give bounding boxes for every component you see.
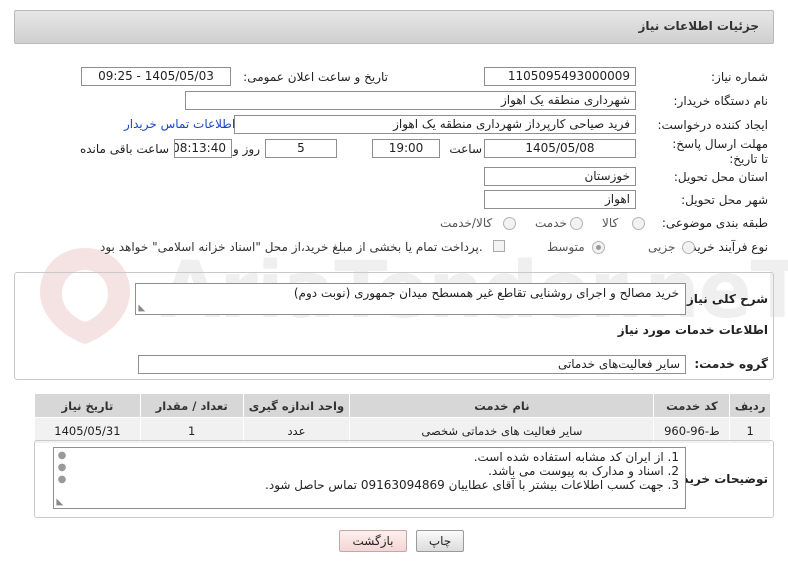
resize-handle-icon: ◢ <box>136 304 147 312</box>
need-number-field: 1105095493000009 <box>484 67 636 86</box>
category-service-radio[interactable] <box>570 217 583 230</box>
deadline-date-field: 1405/05/08 <box>484 139 636 158</box>
table-header-row: ردیف کد خدمت نام خدمت واحد اندازه گیری ت… <box>34 393 771 418</box>
buyer-contact-link[interactable]: اطلاعات تماس خریدار <box>124 117 235 131</box>
purchase-minor-radio[interactable] <box>682 241 695 254</box>
announce-date-field: 1405/05/03 - 09:25 <box>81 67 231 86</box>
province-label: استان محل تحویل: <box>673 170 768 184</box>
service-group-label: گروه خدمت: <box>694 357 768 371</box>
services-section-title: اطلاعات خدمات مورد نیاز <box>617 323 768 337</box>
notes-resize-handle-icon: ◢ <box>54 498 65 506</box>
province-field: خوزستان <box>484 167 636 186</box>
purchase-medium-radio[interactable] <box>592 241 605 254</box>
description-text: خرید مصالح و اجرای روشنایی تقاطع غیر همس… <box>293 286 679 300</box>
col-quantity: تعداد / مقدار <box>139 393 244 418</box>
scrollbar-dots-icon[interactable]: ● ● ● <box>57 450 67 486</box>
page-title: جزئیات اطلاعات نیاز <box>638 19 759 33</box>
col-row: ردیف <box>729 393 771 418</box>
days-field: 5 <box>265 139 337 158</box>
remaining-time-label: ساعت باقی مانده <box>79 142 169 156</box>
back-button[interactable]: بازگشت <box>339 530 407 552</box>
city-field: اهواز <box>484 190 636 209</box>
description-label: شرح کلی نیاز: <box>682 292 768 306</box>
deadline-label: مهلت ارسال پاسخ: تا تاریخ: <box>672 137 768 166</box>
print-button[interactable]: چاپ <box>416 530 464 552</box>
col-unit: واحد اندازه گیری <box>242 393 351 418</box>
notes-line-2: 2. اسناد و مدارک به پیوست می باشد. <box>488 464 679 478</box>
services-table: ردیف کد خدمت نام خدمت واحد اندازه گیری ت… <box>34 393 771 444</box>
deadline-time-field: 19:00 <box>372 139 440 158</box>
days-label: روز و <box>233 142 260 156</box>
notes-line-1: 1. از ایران کد مشابه استفاده شده است. <box>473 450 679 464</box>
category-goods-radio[interactable] <box>632 217 645 230</box>
treasury-bonds-note: پرداخت تمام یا بخشی از مبلغ خرید،از محل … <box>100 240 483 254</box>
creator-field: فرید صیاحی کارپرداز شهرداری منطقه یک اهو… <box>234 115 636 134</box>
col-need-date: تاریخ نیاز <box>34 393 141 418</box>
category-label: طبقه بندی موضوعی: <box>661 216 768 230</box>
description-textarea: خرید مصالح و اجرای روشنایی تقاطع غیر همس… <box>135 283 686 315</box>
page-header: جزئیات اطلاعات نیاز <box>14 10 774 44</box>
col-service-name: نام خدمت <box>349 393 655 418</box>
category-goods-label: کالا <box>602 216 619 230</box>
col-service-code: کد خدمت <box>653 393 731 418</box>
remaining-time-field: 08:13:40 <box>174 139 232 158</box>
creator-label: ایجاد کننده درخواست: <box>657 118 768 132</box>
deadline-time-label: ساعت <box>449 142 482 156</box>
city-label: شهر محل تحویل: <box>681 193 768 207</box>
service-group-field: سایر فعالیت‌های خدماتی <box>138 355 686 374</box>
purchase-medium-label: متوسط <box>547 240 585 254</box>
category-goods-service-label: کالا/خدمت <box>440 216 493 230</box>
buyer-org-field: شهرداری منطقه یک اهواز <box>185 91 636 110</box>
purchase-type-label: نوع فرآیند خرید : <box>683 240 768 254</box>
need-number-label: شماره نیاز: <box>711 70 768 84</box>
treasury-bonds-checkbox[interactable] <box>493 240 505 252</box>
notes-textarea[interactable]: 1. از ایران کد مشابه استفاده شده است. 2.… <box>53 447 686 509</box>
buyer-org-label: نام دستگاه خریدار: <box>673 94 769 108</box>
notes-line-3: 3. جهت کسب اطلاعات بیشتر با آقای عطاییان… <box>265 478 679 492</box>
category-service-label: خدمت <box>535 216 567 230</box>
category-goods-service-radio[interactable] <box>503 217 516 230</box>
announce-date-label: تاریخ و ساعت اعلان عمومی: <box>243 70 388 84</box>
purchase-minor-label: جزیی <box>648 240 676 254</box>
